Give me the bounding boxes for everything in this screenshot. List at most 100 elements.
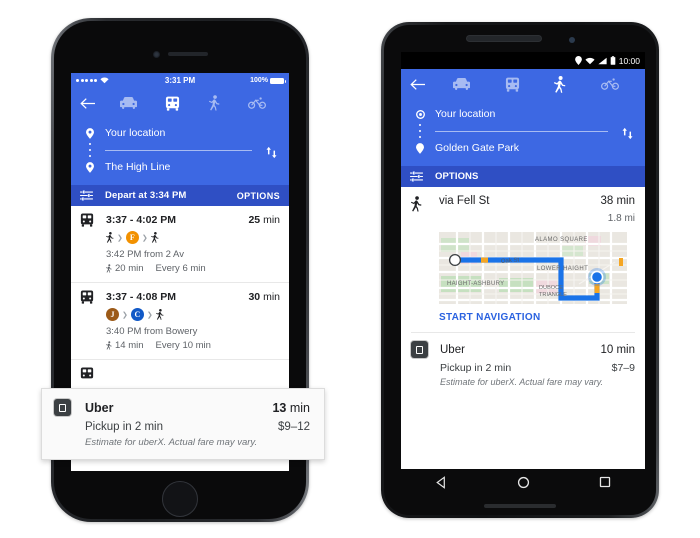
uber-fare-disclaimer: Estimate for uberX. Actual fare may vary… (440, 377, 604, 387)
android-destination-row[interactable]: Golden Gate Park (410, 138, 636, 158)
route-map-thumbnail[interactable]: ALAMO SQUARE LOWER HAIGHT HAIGHT-ASHBURY… (439, 232, 627, 304)
ios-mode-icons (106, 95, 280, 111)
result-duration-value: 30 (248, 291, 261, 303)
ios-route-divider-row (80, 143, 280, 157)
transit-result-row-partial[interactable] (71, 360, 289, 390)
uber-app-icon (411, 341, 428, 358)
nav-recents-square-icon[interactable] (599, 476, 611, 488)
start-navigation-button[interactable]: START NAVIGATION (411, 304, 635, 333)
ios-destination-row[interactable]: The High Line (80, 157, 280, 177)
earpiece-speaker (466, 35, 542, 42)
transit-train-icon (80, 213, 104, 227)
screenshot-stage: 3:31 PM 100% Your location The High Line… (0, 0, 700, 538)
wifi-icon (585, 57, 595, 65)
result-walk-time: 20 min (106, 263, 144, 274)
back-arrow-icon[interactable] (80, 97, 106, 110)
android-options-bar[interactable]: OPTIONS (401, 166, 645, 187)
uber-eta: 13 min (272, 401, 310, 415)
walk-leg-icon (150, 232, 159, 243)
android-screen: 10:00 Your location Golden Gate Park OPT… (401, 52, 645, 477)
ios-transit-results: 3:37 - 4:02 PM 25 min ❯ F ❯ 3:42 PM from… (71, 206, 289, 390)
walk-leg-icon (106, 232, 114, 243)
svg-text:LOWER HAIGHT: LOWER HAIGHT (537, 266, 588, 272)
uber-card-header: Uber 13 min (54, 399, 310, 416)
home-button[interactable] (162, 481, 198, 517)
result-frequency: Every 6 min (155, 263, 206, 274)
mode-driving-icon[interactable] (120, 97, 138, 109)
tune-sliders-icon[interactable] (410, 171, 430, 182)
ios-uber-card[interactable]: Uber 13 min Pickup in 2 min $9–12 Estima… (41, 388, 325, 460)
result-departure: 3:42 PM from 2 Av (106, 249, 184, 260)
destination-value: The High Line (105, 161, 171, 173)
ios-travel-mode-bar (71, 88, 289, 118)
ios-directions-header: Your location The High Line Depart at 3:… (71, 88, 289, 206)
android-walking-route-card[interactable]: via Fell St 38 min 1.8 mi ALAMO SQUARE L… (401, 187, 645, 333)
route-dots-icon (80, 143, 100, 157)
uber-provider-name: Uber (85, 400, 114, 415)
location-pin-icon (574, 56, 582, 65)
android-route-divider-row (410, 124, 636, 138)
result-duration-unit: min (263, 291, 280, 303)
ios-origin-row[interactable]: Your location (80, 123, 280, 143)
svg-text:HAIGHT-ASHBURY: HAIGHT-ASHBURY (447, 281, 504, 287)
tune-sliders-icon[interactable] (80, 190, 100, 201)
route-metrics: 38 min 1.8 mi (600, 195, 635, 224)
android-uber-card[interactable]: Uber 10 min Pickup in 2 min $7–9 Estimat… (401, 333, 645, 396)
mode-walking-icon[interactable] (208, 95, 220, 111)
svg-text:TRIANGLE: TRIANGLE (539, 292, 567, 298)
uber-provider-name: Uber (440, 343, 465, 356)
destination-value: Golden Gate Park (435, 142, 520, 154)
result-frequency: Every 10 min (155, 340, 211, 351)
transit-line-badge: C (130, 308, 144, 321)
origin-circle-icon (410, 109, 430, 119)
origin-value: Your location (105, 127, 166, 139)
signal-bars-icon (598, 57, 607, 65)
mode-transit-train-icon[interactable] (505, 77, 520, 92)
android-origin-row[interactable]: Your location (410, 104, 636, 124)
field-underline (435, 130, 608, 132)
transit-line-badge: J (106, 308, 119, 321)
depart-time-label[interactable]: Depart at 3:34 PM (100, 190, 237, 201)
uber-price-range: $9–12 (278, 421, 310, 433)
swap-vertical-icon[interactable] (621, 127, 634, 140)
walking-person-icon (106, 341, 112, 350)
transit-result-row[interactable]: 3:37 - 4:02 PM 25 min ❯ F ❯ 3:42 PM from… (71, 206, 289, 283)
origin-pin-icon (80, 127, 100, 139)
route-distance: 1.8 mi (607, 213, 635, 224)
uber-pickup-label: Pickup in 2 min (440, 362, 512, 374)
mode-driving-icon[interactable] (453, 78, 471, 90)
android-bezel: 10:00 Your location Golden Gate Park OPT… (384, 25, 656, 515)
chevron-right-icon: ❯ (141, 234, 148, 242)
ios-status-bar: 3:31 PM 100% (71, 73, 289, 88)
options-button[interactable]: OPTIONS (430, 171, 636, 182)
nav-back-triangle-icon[interactable] (435, 475, 448, 489)
result-meta: 20 min Every 6 min (80, 260, 280, 274)
result-header: 3:37 - 4:08 PM 30 min (80, 290, 280, 304)
mode-cycling-icon[interactable] (247, 97, 266, 109)
front-camera-icon (153, 51, 160, 58)
svg-text:DUBOCE: DUBOCE (539, 285, 563, 291)
uber-card-pickup-row: Pickup in 2 min $9–12 (54, 416, 310, 433)
transit-result-row[interactable]: 3:37 - 4:08 PM 30 min J ❯ C ❯ 3:40 PM fr… (71, 283, 289, 360)
chevron-right-icon: ❯ (146, 311, 153, 319)
ios-route-fields: Your location The High Line (71, 118, 289, 185)
result-legs: ❯ F ❯ (80, 227, 280, 247)
nav-home-circle-icon[interactable] (517, 476, 530, 489)
mode-cycling-icon[interactable] (600, 78, 619, 90)
back-arrow-icon[interactable] (410, 78, 436, 91)
mode-transit-train-icon[interactable] (165, 96, 180, 111)
field-underline (105, 149, 252, 151)
walking-person-icon (411, 195, 437, 212)
svg-text:ALAMO SQUARE: ALAMO SQUARE (535, 237, 588, 243)
walk-time-value: 20 min (115, 263, 144, 274)
chevron-right-icon: ❯ (122, 311, 128, 319)
mode-walking-icon[interactable] (554, 75, 566, 93)
ios-options-bar[interactable]: Depart at 3:34 PM OPTIONS (71, 185, 289, 206)
options-button[interactable]: OPTIONS (237, 191, 280, 201)
result-meta: 14 min Every 10 min (80, 337, 280, 351)
android-clock: 10:00 (618, 55, 640, 66)
walking-person-icon (106, 264, 112, 273)
earpiece-speaker (168, 52, 208, 56)
walk-time-value: 14 min (115, 340, 144, 351)
swap-vertical-icon[interactable] (265, 146, 278, 159)
